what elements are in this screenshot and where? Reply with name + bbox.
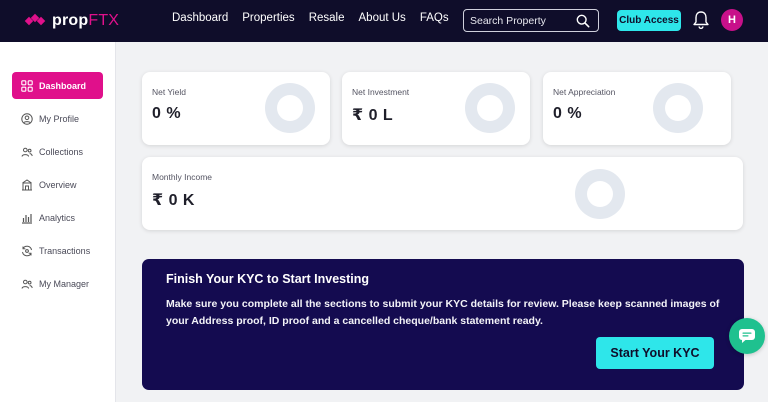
manager-icon <box>21 279 33 289</box>
monthly-income-donut-chart <box>575 169 625 219</box>
top-header: propFTX Dashboard Properties Resale Abou… <box>0 0 768 42</box>
chat-button[interactable] <box>729 318 765 354</box>
analytics-icon <box>22 213 32 224</box>
sidebar-item-label: Dashboard <box>39 80 87 91</box>
search-input[interactable] <box>470 14 570 27</box>
dashboard-icon <box>21 79 33 92</box>
start-kyc-button[interactable]: Start Your KYC <box>596 337 714 369</box>
brand-logo[interactable]: propFTX <box>24 11 120 31</box>
brand-name: propFTX <box>52 12 120 29</box>
sidebar-item-label: Transactions <box>39 245 91 256</box>
net-yield-value: 0 % <box>152 105 182 122</box>
nav-faqs[interactable]: FAQs <box>420 12 449 24</box>
search-icon[interactable] <box>576 14 590 28</box>
chat-icon <box>739 329 755 343</box>
sidebar-item-my-profile[interactable]: My Profile <box>12 105 103 132</box>
sidebar-item-dashboard[interactable]: Dashboard <box>12 72 103 99</box>
monthly-income-value: ₹ 0 K <box>152 192 195 209</box>
sidebar-item-label: Overview <box>39 179 77 190</box>
sidebar-item-transactions[interactable]: Transactions <box>12 237 103 264</box>
transactions-icon <box>22 245 32 256</box>
net-appreciation-value: 0 % <box>553 105 583 122</box>
nav-resale[interactable]: Resale <box>309 12 345 24</box>
nav-dashboard[interactable]: Dashboard <box>172 12 228 24</box>
sidebar-item-my-manager[interactable]: My Manager <box>12 270 103 297</box>
net-yield-label: Net Yield <box>152 87 187 97</box>
sidebar-item-analytics[interactable]: Analytics <box>12 204 103 231</box>
sidebar-item-collections[interactable]: Collections <box>12 138 103 165</box>
net-investment-label: Net Investment <box>352 87 410 97</box>
logo-icon <box>24 13 46 28</box>
kyc-banner: Finish Your KYC to Start Investing Make … <box>142 259 744 390</box>
sidebar-item-label: Collections <box>39 146 84 157</box>
overview-icon <box>22 178 32 190</box>
kyc-title: Finish Your KYC to Start Investing <box>166 272 370 286</box>
nav-about-us[interactable]: About Us <box>359 12 406 24</box>
sidebar-item-overview[interactable]: Overview <box>12 171 103 198</box>
sidebar: Dashboard My Profile Collections Overvie… <box>0 42 116 402</box>
sidebar-item-label: My Profile <box>39 113 80 124</box>
net-investment-donut-chart <box>465 83 515 133</box>
search-box <box>463 9 599 32</box>
net-yield-card: Net Yield 0 % <box>142 72 330 145</box>
net-investment-card: Net Investment ₹ 0 L <box>342 72 530 145</box>
monthly-income-card: Monthly Income ₹ 0 K <box>142 157 743 230</box>
net-investment-value: ₹ 0 L <box>352 107 394 124</box>
net-appreciation-label: Net Appreciation <box>553 87 616 97</box>
net-appreciation-card: Net Appreciation 0 % <box>543 72 731 145</box>
nav-properties[interactable]: Properties <box>242 12 294 24</box>
net-appreciation-donut-chart <box>653 83 703 133</box>
user-avatar[interactable]: H <box>721 9 743 31</box>
sidebar-item-label: My Manager <box>39 278 90 289</box>
sidebar-item-label: Analytics <box>39 212 76 223</box>
monthly-income-label: Monthly Income <box>152 172 212 182</box>
net-yield-donut-chart <box>265 83 315 133</box>
profile-icon <box>21 112 33 125</box>
kyc-description: Make sure you complete all the sections … <box>166 298 720 327</box>
notification-bell-icon[interactable] <box>692 10 710 30</box>
club-access-button[interactable]: Club Access <box>617 10 681 31</box>
collections-icon <box>21 147 33 157</box>
main-nav: Dashboard Properties Resale About Us FAQ… <box>172 12 449 24</box>
